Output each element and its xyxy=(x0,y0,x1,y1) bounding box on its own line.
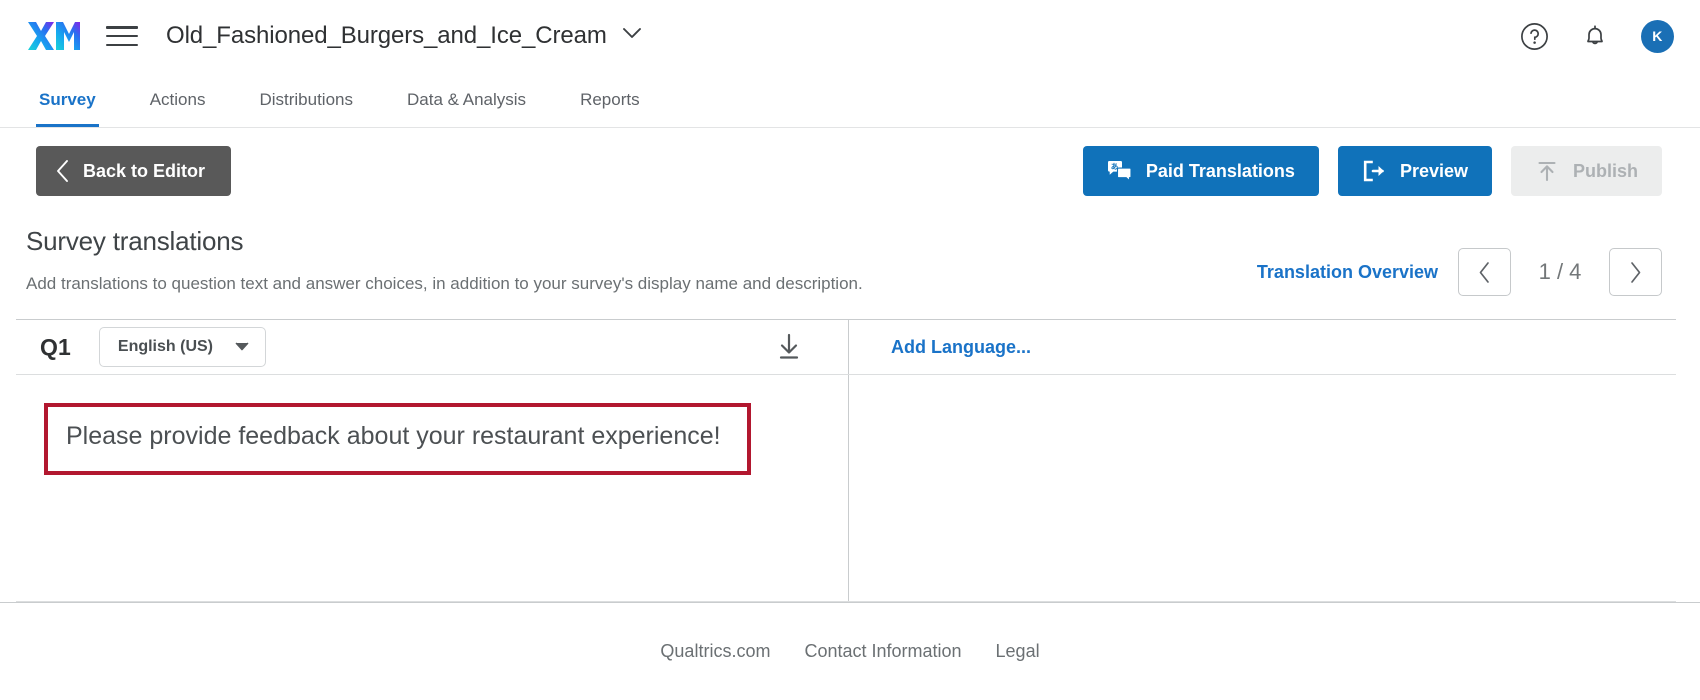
help-circle-icon[interactable] xyxy=(1519,21,1549,51)
paid-translations-button[interactable]: あ Paid Translations xyxy=(1082,146,1319,196)
translations-table: Q1 English (US) Add Language... Please p… xyxy=(16,319,1676,602)
source-language-select[interactable]: English (US) xyxy=(98,327,266,368)
project-title-chevron-down-icon[interactable] xyxy=(622,27,642,45)
translate-speech-bubble-icon: あ xyxy=(1107,160,1132,182)
main-nav-tabs: Survey Actions Distributions Data & Anal… xyxy=(0,72,1700,128)
preview-export-icon xyxy=(1362,159,1386,183)
paid-translations-label: Paid Translations xyxy=(1145,160,1295,181)
page-description: Add translations to question text and an… xyxy=(26,274,863,293)
table-row: Please provide feedback about your resta… xyxy=(16,375,1676,602)
user-avatar[interactable]: K xyxy=(1641,19,1674,53)
project-title: Old_Fashioned_Burgers_and_Ice_Cream xyxy=(166,22,607,49)
hamburger-menu-icon[interactable] xyxy=(106,23,138,49)
footer-link-contact-information[interactable]: Contact Information xyxy=(804,641,961,662)
translation-overview-link[interactable]: Translation Overview xyxy=(1257,262,1438,283)
bell-icon[interactable] xyxy=(1580,21,1610,51)
footer-link-qualtrics[interactable]: Qualtrics.com xyxy=(660,641,770,662)
chevron-left-icon xyxy=(55,159,70,183)
source-text-cell: Please provide feedback about your resta… xyxy=(16,375,849,601)
action-bar: Back to Editor あ Paid Translations Previ… xyxy=(0,128,1700,214)
top-bar: Old_Fashioned_Burgers_and_Ice_Cream K xyxy=(0,0,1700,72)
section-header: Survey translations Add translations to … xyxy=(0,214,1700,299)
publish-upload-icon xyxy=(1535,159,1559,183)
back-to-editor-button[interactable]: Back to Editor xyxy=(36,146,232,196)
chevron-down-icon xyxy=(235,338,249,356)
source-language-value: English (US) xyxy=(117,338,213,356)
target-language-column-header: Add Language... xyxy=(849,320,1676,374)
action-bar-right-group: あ Paid Translations Preview Publish xyxy=(1082,146,1662,196)
footer-link-legal[interactable]: Legal xyxy=(996,641,1040,662)
section-header-controls: Translation Overview 1 / 4 xyxy=(1257,226,1662,296)
tab-distributions[interactable]: Distributions xyxy=(256,72,356,127)
page-title: Survey translations xyxy=(26,226,244,256)
add-language-link[interactable]: Add Language... xyxy=(891,337,1031,358)
tab-data-and-analysis[interactable]: Data & Analysis xyxy=(404,72,529,127)
preview-button[interactable]: Preview xyxy=(1337,146,1492,196)
page-indicator: 1 / 4 xyxy=(1538,259,1582,284)
section-header-text: Survey translations Add translations to … xyxy=(26,226,863,299)
source-language-column-header: Q1 English (US) xyxy=(16,320,849,375)
svg-text:あ: あ xyxy=(1111,162,1119,171)
pagination: 1 / 4 xyxy=(1458,248,1662,296)
question-text-highlighted[interactable]: Please provide feedback about your resta… xyxy=(44,403,751,475)
tab-reports[interactable]: Reports xyxy=(577,72,643,127)
chevron-left-icon xyxy=(1479,261,1489,283)
publish-button[interactable]: Publish xyxy=(1510,146,1662,196)
chevron-right-icon xyxy=(1631,261,1641,283)
back-to-editor-label: Back to Editor xyxy=(83,160,206,181)
page-body: Survey translations Add translations to … xyxy=(0,214,1700,602)
question-id-label: Q1 xyxy=(40,333,71,360)
pagination-prev-button[interactable] xyxy=(1458,248,1511,296)
tab-actions[interactable]: Actions xyxy=(147,72,209,127)
publish-label: Publish xyxy=(1572,160,1638,181)
preview-label: Preview xyxy=(1399,160,1468,181)
xm-logo-icon[interactable] xyxy=(28,19,80,53)
page-footer: Qualtrics.com Contact Information Legal xyxy=(0,602,1700,700)
pagination-next-button[interactable] xyxy=(1609,248,1662,296)
translation-text-cell[interactable] xyxy=(849,375,1676,601)
topbar-actions: K xyxy=(1519,19,1674,53)
translations-table-header: Q1 English (US) Add Language... xyxy=(16,320,1676,376)
qualtrics-translations-page: Old_Fashioned_Burgers_and_Ice_Cream K Su… xyxy=(0,0,1700,700)
download-translations-icon[interactable] xyxy=(776,333,802,361)
tab-survey[interactable]: Survey xyxy=(36,72,99,127)
